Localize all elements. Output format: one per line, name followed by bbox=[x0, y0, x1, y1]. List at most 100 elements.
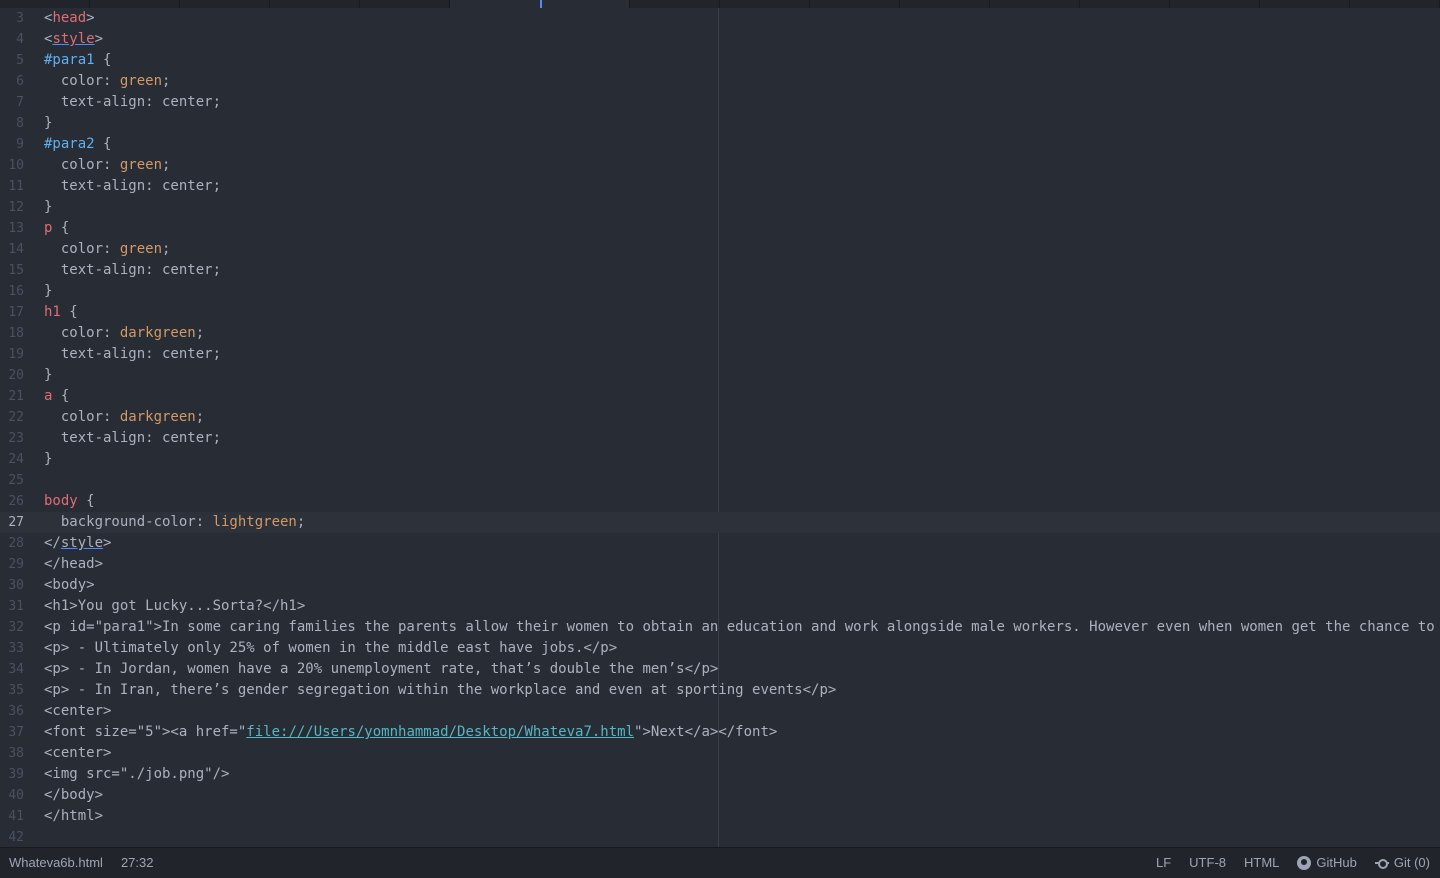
code-line[interactable]: 28 </style> bbox=[0, 533, 1440, 554]
line-number: 16 bbox=[8, 284, 24, 299]
code-line[interactable]: 3 <head> bbox=[0, 8, 1440, 29]
tab[interactable] bbox=[1080, 0, 1170, 8]
code-line[interactable]: 11 text-align: center; bbox=[0, 176, 1440, 197]
code-token: <center> bbox=[44, 745, 112, 761]
file-name[interactable]: Whateva6b.html bbox=[9, 848, 103, 878]
code-line[interactable]: 42 bbox=[0, 827, 1440, 847]
line-number: 23 bbox=[8, 431, 24, 446]
code-token: } bbox=[44, 115, 53, 131]
code-line[interactable]: 9 #para2 { bbox=[0, 134, 1440, 155]
tab[interactable] bbox=[720, 0, 810, 8]
tab[interactable] bbox=[900, 0, 990, 8]
tab[interactable] bbox=[0, 0, 90, 8]
tab[interactable] bbox=[630, 0, 720, 8]
code-line[interactable]: 29 </head> bbox=[0, 554, 1440, 575]
code-line[interactable]: 24} bbox=[0, 449, 1440, 470]
tab[interactable] bbox=[1350, 0, 1440, 8]
line-number: 32 bbox=[8, 620, 24, 635]
line-number: 33 bbox=[8, 641, 24, 656]
line-code: </html> bbox=[44, 806, 103, 827]
line-code: #para2 { bbox=[44, 134, 111, 155]
code-line[interactable]: 5 #para1 { bbox=[0, 50, 1440, 71]
line-number: 14 bbox=[8, 242, 24, 257]
tab[interactable] bbox=[180, 0, 270, 8]
tab[interactable] bbox=[360, 0, 450, 8]
code-token: > bbox=[94, 31, 104, 47]
code-token: #para2 bbox=[44, 136, 95, 152]
line-code: } bbox=[44, 365, 52, 386]
code-line[interactable]: 23 text-align: center; bbox=[0, 428, 1440, 449]
code-line[interactable]: 32 <p id="para1">In some caring families … bbox=[0, 617, 1440, 638]
tab[interactable] bbox=[990, 0, 1080, 8]
line-code: } bbox=[44, 281, 52, 302]
code-line[interactable]: 21 a { bbox=[0, 386, 1440, 407]
tab[interactable] bbox=[810, 0, 900, 8]
code-line[interactable]: 41 </html> bbox=[0, 806, 1440, 827]
tab[interactable] bbox=[90, 0, 180, 8]
code-token: </ bbox=[44, 535, 61, 551]
code-line[interactable]: 4 <style> bbox=[0, 29, 1440, 50]
grammar-selector[interactable]: HTML bbox=[1244, 848, 1279, 878]
github-button[interactable]: GitHub bbox=[1297, 848, 1357, 878]
code-line[interactable]: 19 text-align: center; bbox=[0, 344, 1440, 365]
line-code: <img src="./job.png"/> bbox=[44, 764, 229, 785]
line-code: color: green; bbox=[44, 155, 171, 176]
code-line[interactable]: 35 <p> - In Iran, there’s gender segregat… bbox=[0, 680, 1440, 701]
code-line[interactable]: 34 <p> - In Jordan, women have a 20% unem… bbox=[0, 659, 1440, 680]
code-token: ; bbox=[162, 241, 171, 257]
code-token: green bbox=[119, 241, 163, 257]
tab[interactable] bbox=[1260, 0, 1350, 8]
line-code: h1 { bbox=[44, 302, 78, 323]
code-line[interactable]: 27 background-color: lightgreen; bbox=[0, 512, 1440, 533]
line-ending-selector[interactable]: LF bbox=[1156, 848, 1171, 878]
code-token: ">Next</a></font> bbox=[634, 724, 778, 740]
code-link[interactable]: file:///Users/yomnhammad/Desktop/Whateva… bbox=[246, 724, 634, 740]
code-line[interactable]: 22 color: darkgreen; bbox=[0, 407, 1440, 428]
code-line[interactable]: 7 text-align: center; bbox=[0, 92, 1440, 113]
code-line[interactable]: 39 <img src="./job.png"/> bbox=[0, 764, 1440, 785]
line-number: 31 bbox=[8, 599, 24, 614]
code-line[interactable]: 40 </body> bbox=[0, 785, 1440, 806]
line-code: a { bbox=[44, 386, 69, 407]
code-line[interactable]: 17 h1 { bbox=[0, 302, 1440, 323]
code-line[interactable]: 13 p { bbox=[0, 218, 1440, 239]
code-line[interactable]: 18 color: darkgreen; bbox=[0, 323, 1440, 344]
code-line[interactable]: 25 bbox=[0, 470, 1440, 491]
line-number: 29 bbox=[8, 557, 24, 572]
code-line[interactable]: 30 <body> bbox=[0, 575, 1440, 596]
code-token: } bbox=[44, 283, 53, 299]
line-number: 9 bbox=[16, 137, 24, 152]
tab[interactable] bbox=[1170, 0, 1260, 8]
line-number: 15 bbox=[8, 263, 24, 278]
code-line[interactable]: 6 color: green; bbox=[0, 71, 1440, 92]
code-line[interactable]: 12} bbox=[0, 197, 1440, 218]
encoding-selector[interactable]: UTF-8 bbox=[1189, 848, 1226, 878]
code-token: color: bbox=[44, 157, 120, 173]
code-token: <p id="para1">In some caring families th… bbox=[44, 619, 1435, 635]
git-button[interactable]: Git (0) bbox=[1374, 848, 1430, 878]
code-token: ; bbox=[195, 409, 205, 425]
code-line[interactable]: 10 color: green; bbox=[0, 155, 1440, 176]
code-line[interactable]: 20} bbox=[0, 365, 1440, 386]
code-line[interactable]: 33 <p> - Ultimately only 25% of women in … bbox=[0, 638, 1440, 659]
code-line[interactable]: 38 <center> bbox=[0, 743, 1440, 764]
code-line[interactable]: 31 <h1>You got Lucky...Sorta?</h1> bbox=[0, 596, 1440, 617]
line-code: p { bbox=[44, 218, 69, 239]
code-token: text-align: center; bbox=[44, 346, 222, 362]
code-line[interactable]: 8} bbox=[0, 113, 1440, 134]
code-line[interactable]: 15 text-align: center; bbox=[0, 260, 1440, 281]
code-token: darkgreen bbox=[119, 409, 196, 425]
code-token: { bbox=[94, 136, 112, 152]
tab[interactable] bbox=[270, 0, 360, 8]
code-line[interactable]: 36 <center> bbox=[0, 701, 1440, 722]
code-line[interactable]: 26 body { bbox=[0, 491, 1440, 512]
line-number: 17 bbox=[8, 305, 24, 320]
line-number: 24 bbox=[8, 452, 24, 467]
code-editor[interactable]: 3 <head> 4 <style> 5 #para1 {6 color: green; 7… bbox=[0, 8, 1440, 847]
cursor-position[interactable]: 27:32 bbox=[121, 848, 154, 878]
code-line[interactable]: 16} bbox=[0, 281, 1440, 302]
line-number: 6 bbox=[16, 74, 24, 89]
code-line[interactable]: 37 <font size="5"><a href="file:///Users/… bbox=[0, 722, 1440, 743]
line-number: 36 bbox=[8, 704, 24, 719]
code-line[interactable]: 14 color: green; bbox=[0, 239, 1440, 260]
